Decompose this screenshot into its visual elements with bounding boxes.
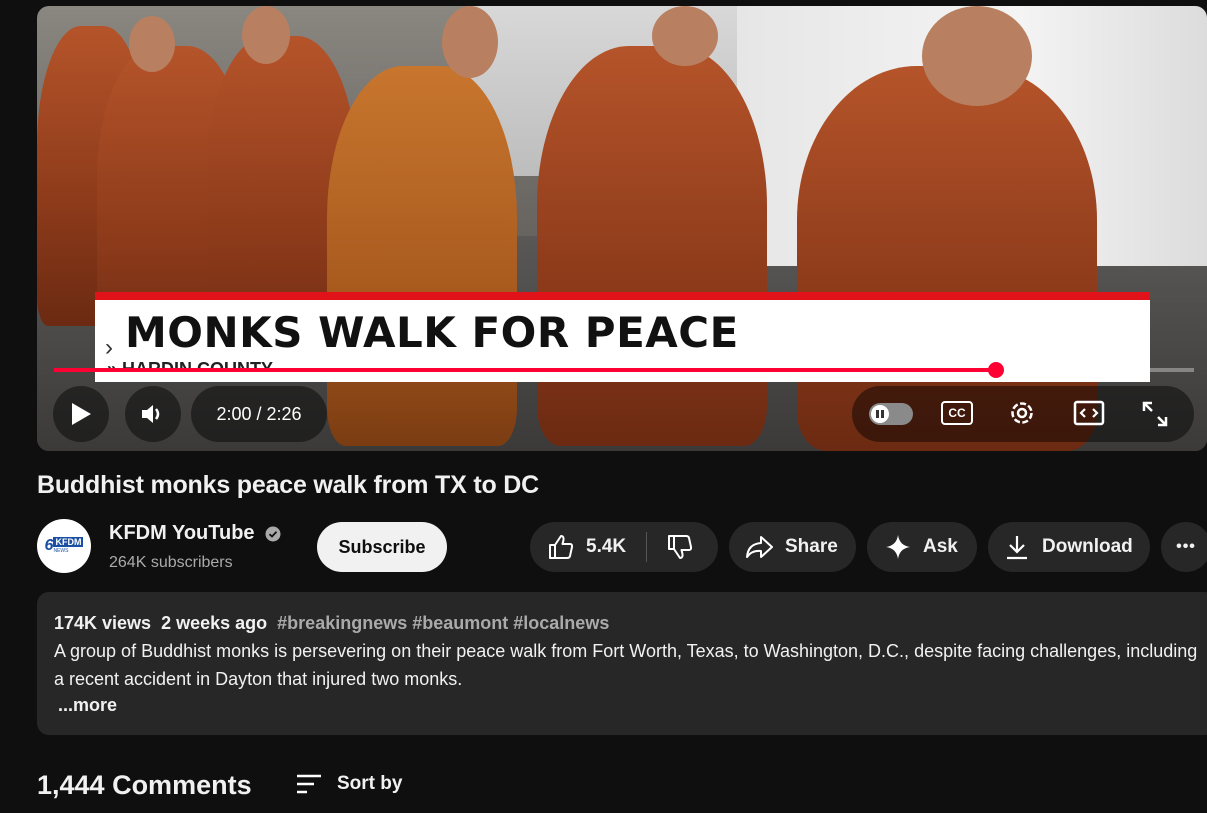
progress-bar[interactable] [54,362,1194,378]
logo-text: KFDM [53,537,84,547]
monk-figure [537,46,767,446]
sparkle-icon [885,534,911,560]
thumbs-down-icon [665,532,695,562]
hashtag-link[interactable]: #beaumont [412,613,508,633]
monk-figure [327,66,517,446]
ask-button[interactable]: Ask [867,522,977,572]
description-meta: 174K views 2 weeks ago #breakingnews #be… [54,613,609,634]
dislike-button[interactable] [647,522,713,572]
volume-icon [140,402,166,426]
share-icon [743,533,775,561]
like-button[interactable]: 5.4K [530,522,646,572]
upload-date: 2 weeks ago [161,613,268,633]
comments-count: 1,444 Comments [37,770,252,800]
miniplayer-icon [1073,400,1105,426]
more-actions-button[interactable]: ••• [1161,522,1207,572]
settings-button[interactable] [1007,398,1037,428]
gear-icon [1007,398,1037,428]
progress-scrubber[interactable] [987,362,1004,378]
logo-sub: NEWS [53,548,69,554]
ask-label: Ask [923,536,958,557]
description-more-link[interactable]: ...more [58,695,117,716]
like-dislike-group: 5.4K [530,522,718,572]
progress-played [54,368,996,372]
channel-name[interactable]: KFDM YouTube [109,522,255,545]
subscribe-button[interactable]: Subscribe [317,522,447,572]
like-count: 5.4K [586,536,627,557]
lower-third-headline: MONKS WALK FOR PEACE [125,308,739,357]
monk-head [652,6,718,66]
download-button[interactable]: Download [988,522,1150,572]
play-button[interactable] [53,386,109,442]
download-icon [1004,533,1030,561]
sort-icon [295,772,323,796]
more-horiz-icon: ••• [1176,538,1196,555]
subscriber-count: 264K subscribers [109,554,233,571]
share-button[interactable]: Share [729,522,856,572]
thumbs-up-icon [546,532,576,562]
captions-button[interactable]: CC [941,401,973,425]
share-label: Share [785,536,838,557]
miniplayer-button[interactable] [1073,400,1105,426]
sort-by-label: Sort by [337,773,403,794]
monk-head [242,6,290,64]
fullscreen-icon [1141,400,1169,428]
hashtag-link[interactable]: #localnews [513,613,609,633]
video-frame [37,6,1207,451]
channel-avatar[interactable]: 6 KFDM NEWS [37,519,91,573]
view-count: 174K views [54,613,152,633]
description-text: A group of Buddhist monks is persevering… [54,641,1198,689]
video-player[interactable]: › MONKS WALK FOR PEACE » HARDIN COUNTY 2… [37,6,1207,451]
sort-by-button[interactable]: Sort by [295,772,402,796]
monk-head [129,16,175,72]
hashtag-link[interactable]: #breakingnews [277,613,407,633]
verified-icon [265,526,281,547]
captions-label: CC [948,406,966,420]
autoplay-toggle[interactable] [869,403,913,425]
pause-icon [871,405,889,423]
fullscreen-button[interactable] [1141,400,1169,428]
video-title: Buddhist monks peace walk from TX to DC [37,471,540,499]
time-text: 2:00 / 2:26 [216,403,302,424]
monk-head [442,6,498,78]
monk-head [922,6,1032,106]
logo-number: 6 [44,537,54,554]
time-display: 2:00 / 2:26 [191,386,327,442]
volume-button[interactable] [125,386,181,442]
download-label: Download [1042,536,1133,557]
play-icon [70,402,92,426]
description-box[interactable]: 174K views 2 weeks ago #breakingnews #be… [37,592,1207,735]
kfdm-logo: 6 KFDM NEWS [45,537,84,555]
